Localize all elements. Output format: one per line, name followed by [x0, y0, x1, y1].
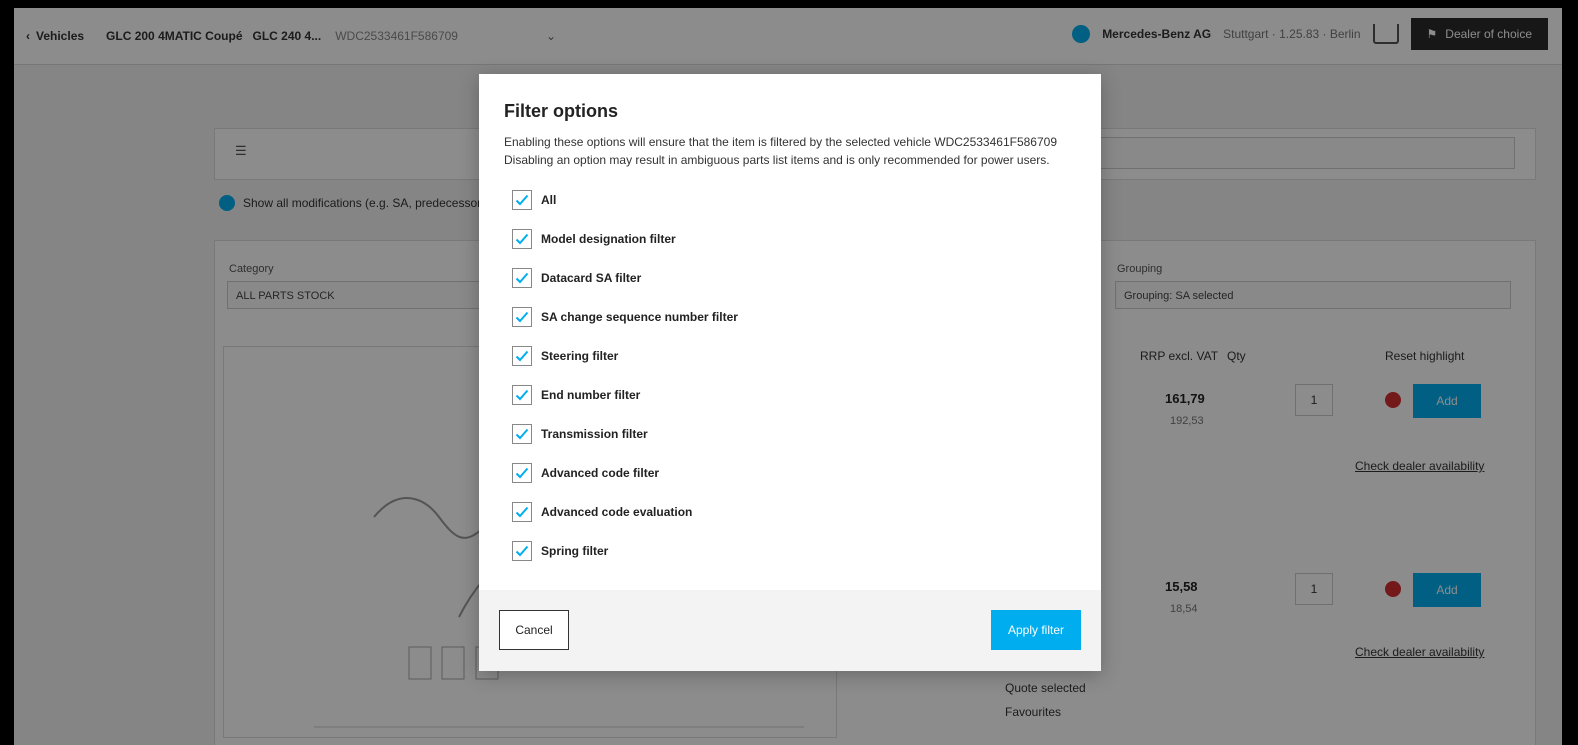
option-label: Steering filter [541, 348, 619, 363]
option-transmission-checkbox[interactable] [512, 423, 532, 444]
checkmark-icon [515, 467, 529, 478]
checkmark-icon [515, 350, 529, 361]
dialog-footer: Cancel Apply filter [479, 590, 1101, 671]
option-datacard-sa-checkbox[interactable] [512, 267, 532, 288]
option-end-number-checkbox[interactable] [512, 384, 532, 405]
option-label: Advanced code filter [541, 465, 660, 480]
checkmark-icon [515, 545, 529, 556]
option-spring-filter[interactable]: Spring filter [512, 531, 738, 570]
description-line-2: Disabling an option may result in ambigu… [504, 153, 1050, 167]
option-label: Datacard SA filter [541, 270, 642, 285]
option-model-designation-checkbox[interactable] [512, 228, 532, 249]
option-model-designation-filter[interactable]: Model designation filter [512, 219, 738, 258]
checkmark-icon [515, 506, 529, 517]
option-end-number-filter[interactable]: End number filter [512, 375, 738, 414]
checkmark-icon [515, 272, 529, 283]
option-steering-filter[interactable]: Steering filter [512, 336, 738, 375]
option-all-checkbox[interactable] [512, 189, 532, 210]
checkmark-icon [515, 311, 529, 322]
option-label: End number filter [541, 387, 641, 402]
apply-filter-button[interactable]: Apply filter [991, 610, 1081, 650]
option-spring-checkbox[interactable] [512, 540, 532, 561]
filter-option-list: All Model designation filter Datacard SA… [512, 180, 738, 570]
checkmark-icon [515, 428, 529, 439]
option-datacard-sa-filter[interactable]: Datacard SA filter [512, 258, 738, 297]
checkmark-icon [515, 194, 529, 205]
filter-options-dialog: Filter options Enabling these options wi… [479, 74, 1101, 671]
option-label: Advanced code evaluation [541, 504, 693, 519]
description-line-1: Enabling these options will ensure that … [504, 135, 1057, 149]
option-all[interactable]: All [512, 180, 738, 219]
cancel-button[interactable]: Cancel [499, 610, 569, 650]
checkmark-icon [515, 233, 529, 244]
option-label: SA change sequence number filter [541, 309, 738, 324]
app-screen: ‹ Vehicles GLC 200 4MATIC Coupé GLC 240 … [14, 8, 1562, 745]
option-steering-checkbox[interactable] [512, 345, 532, 366]
option-label: Spring filter [541, 543, 609, 558]
option-label: Model designation filter [541, 231, 676, 246]
dialog-title: Filter options [504, 101, 618, 121]
option-sa-change-sequence-filter[interactable]: SA change sequence number filter [512, 297, 738, 336]
option-transmission-filter[interactable]: Transmission filter [512, 414, 738, 453]
checkmark-icon [515, 389, 529, 400]
option-advanced-code-checkbox[interactable] [512, 462, 532, 483]
option-label: All [541, 192, 557, 207]
option-advanced-code-evaluation[interactable]: Advanced code evaluation [512, 492, 738, 531]
option-advanced-code-filter[interactable]: Advanced code filter [512, 453, 738, 492]
option-sa-change-sequence-checkbox[interactable] [512, 306, 532, 327]
dialog-description: Enabling these options will ensure that … [504, 133, 1057, 169]
option-label: Transmission filter [541, 426, 648, 441]
option-advanced-code-evaluation-checkbox[interactable] [512, 501, 532, 522]
